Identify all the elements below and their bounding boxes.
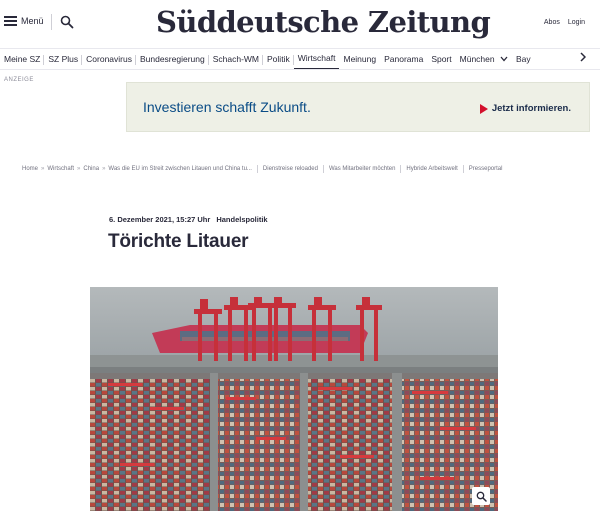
breadcrumb: Home » Wirtschaft » China » Was die EU i…	[22, 165, 582, 173]
breadcrumb-china[interactable]: China	[83, 166, 99, 172]
breadcrumb-current[interactable]: Was die EU im Streit zwischen Litauen un…	[108, 166, 252, 172]
nav-item-bayern[interactable]: Bay	[512, 49, 535, 69]
related-link-presseportal[interactable]: Presseportal	[469, 166, 503, 172]
site-header: Menü Süddeutsche Zeitung Abos Login	[0, 0, 600, 46]
nav-item-meine-sz[interactable]: Meine SZ	[0, 49, 45, 69]
nav-item-schach-wm[interactable]: Schach-WM	[209, 49, 264, 69]
article-meta: 6. Dezember 2021, 15:27 Uhr Handelspolit…	[109, 215, 268, 224]
ad-label: ANZEIGE	[4, 77, 34, 83]
site-logo[interactable]: Süddeutsche Zeitung	[156, 3, 491, 41]
nav-item-wirtschaft[interactable]: Wirtschaft	[293, 49, 340, 69]
container-port-photo	[90, 287, 498, 511]
nav-item-politik[interactable]: Politik	[263, 49, 294, 69]
nav-item-sz-plus[interactable]: SZ Plus	[44, 49, 82, 69]
nav-item-muenchen-label: München	[459, 53, 495, 64]
breadcrumb-separator: »	[41, 166, 45, 172]
article-topic[interactable]: Handelspolitik	[216, 215, 267, 224]
nav-item-sport[interactable]: Sport	[427, 49, 455, 69]
breadcrumb-divider	[400, 165, 402, 173]
related-link-dienstreise[interactable]: Dienstreise reloaded	[263, 166, 318, 172]
search-icon[interactable]	[60, 15, 74, 29]
nav-item-meinung[interactable]: Meinung	[339, 49, 380, 69]
ad-headline: Investieren schafft Zukunft.	[143, 99, 311, 115]
play-arrow-icon	[479, 103, 488, 114]
article-hero-image[interactable]	[90, 287, 498, 511]
zoom-button[interactable]	[472, 487, 490, 505]
breadcrumb-divider	[322, 165, 324, 173]
article-date: 6. Dezember 2021, 15:27 Uhr	[109, 215, 211, 224]
breadcrumb-divider	[462, 165, 464, 173]
nav-item-bundesregierung[interactable]: Bundesregierung	[136, 49, 209, 69]
magnifier-icon	[476, 491, 487, 502]
ad-cta[interactable]: Jetzt informieren.	[479, 103, 571, 114]
abos-link[interactable]: Abos	[544, 19, 560, 26]
ad-banner[interactable]: Investieren schafft Zukunft. Jetzt infor…	[126, 82, 590, 132]
ad-cta-label: Jetzt informieren.	[491, 103, 571, 114]
related-link-mitarbeiter[interactable]: Was Mitarbeiter möchten	[329, 166, 395, 172]
hamburger-icon	[4, 16, 17, 26]
breadcrumb-divider	[256, 165, 258, 173]
login-link[interactable]: Login	[568, 19, 585, 26]
breadcrumb-wirtschaft[interactable]: Wirtschaft	[47, 166, 74, 172]
main-navigation: Meine SZ SZ Plus Coronavirus Bundesregie…	[0, 48, 600, 70]
breadcrumb-home[interactable]: Home	[22, 166, 38, 172]
related-link-arbeitswelt[interactable]: Hybride Arbeitswelt	[406, 166, 457, 172]
nav-item-muenchen[interactable]: München	[456, 49, 512, 69]
breadcrumb-separator: »	[77, 166, 81, 172]
article-headline: Törichte Litauer	[108, 231, 249, 252]
chevron-down-icon	[500, 56, 508, 62]
nav-item-panorama[interactable]: Panorama	[380, 49, 427, 69]
account-links: Abos Login	[544, 19, 585, 26]
nav-scroll-right-icon[interactable]	[580, 52, 587, 65]
breadcrumb-separator: »	[102, 166, 106, 172]
menu-label: Menü	[21, 16, 44, 26]
header-divider	[51, 14, 52, 30]
nav-item-coronavirus[interactable]: Coronavirus	[82, 49, 136, 69]
menu-button[interactable]: Menü	[4, 16, 44, 26]
